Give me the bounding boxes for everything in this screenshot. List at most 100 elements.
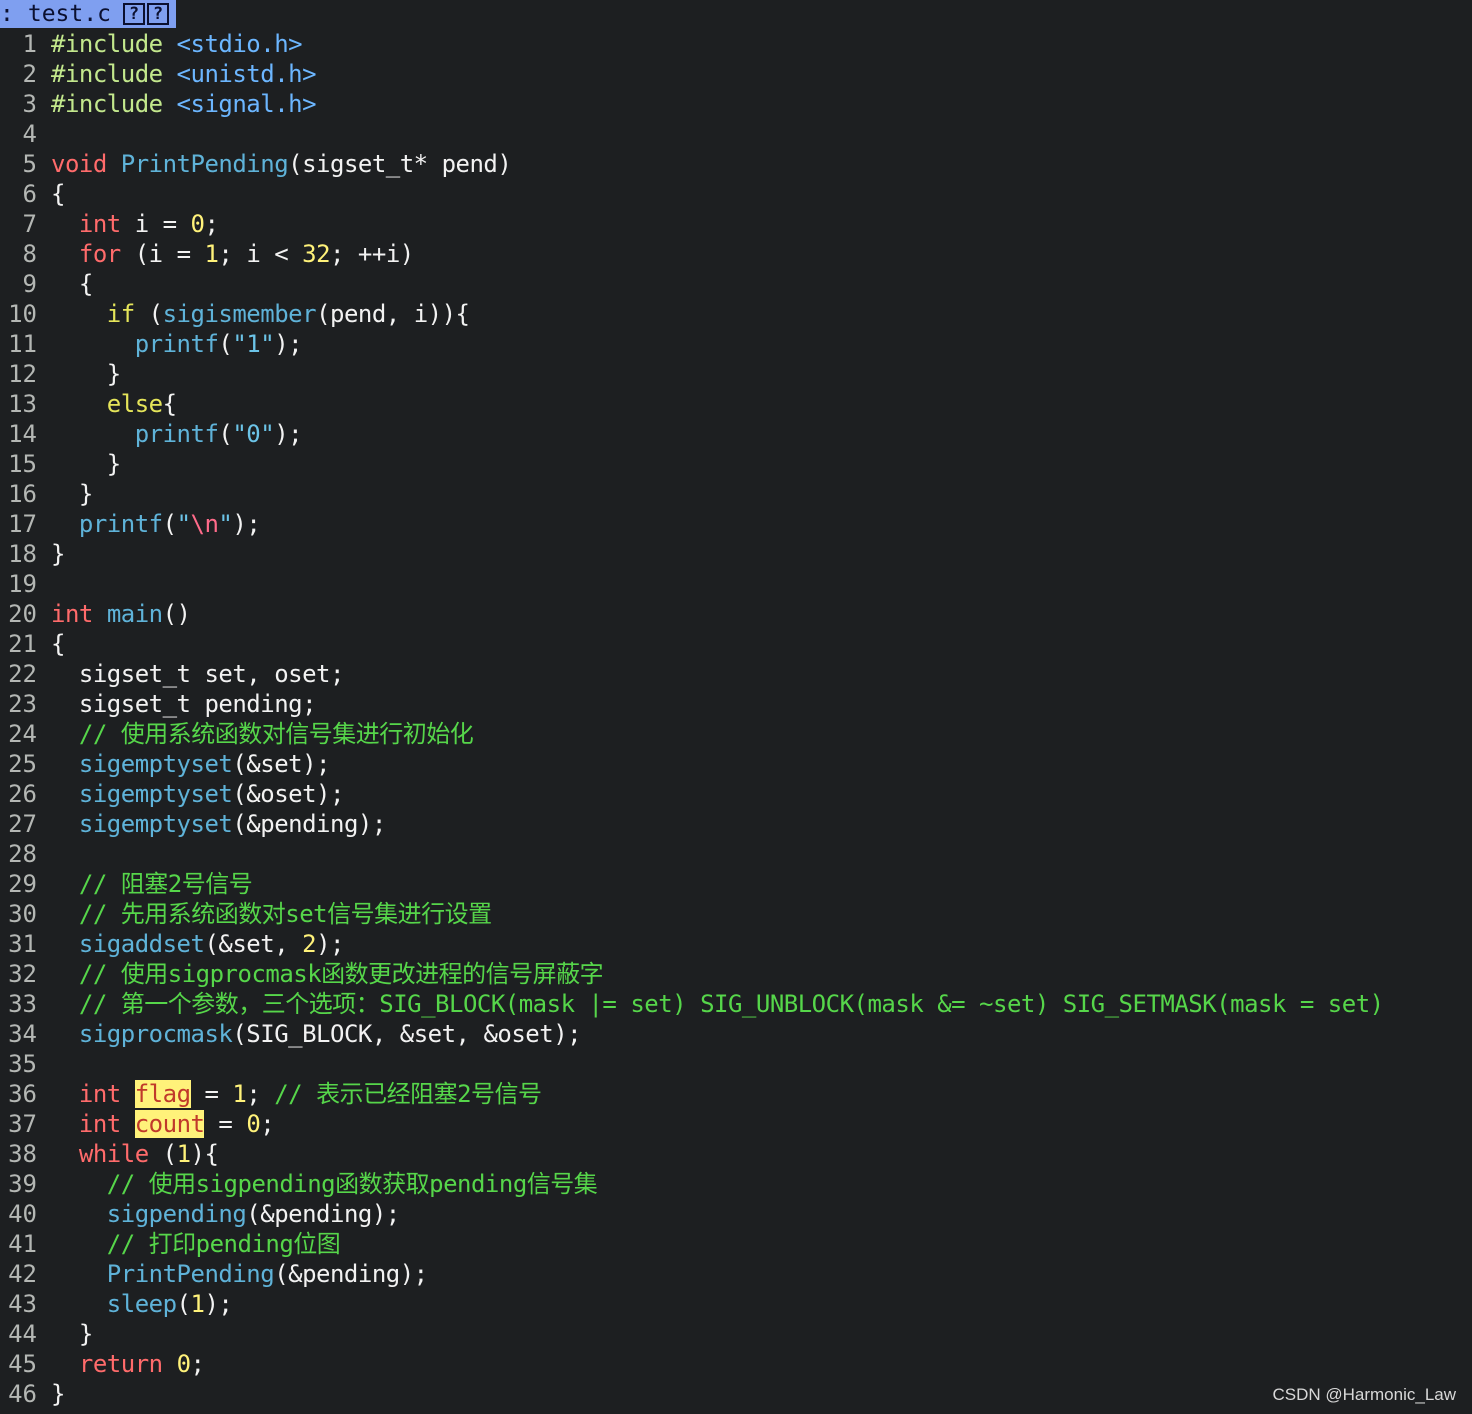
- code-line[interactable]: 36 int flag = 1; // 表示已经阻塞2号信号: [0, 1079, 1472, 1109]
- code-token: (pend, i)){: [316, 300, 470, 328]
- code-token: {: [51, 270, 93, 298]
- line-number: 43: [8, 1290, 37, 1318]
- code-line[interactable]: 2 #include <unistd.h>: [0, 59, 1472, 89]
- code-line[interactable]: 5 void PrintPending(sigset_t* pend): [0, 149, 1472, 179]
- code-line[interactable]: 17 printf("\n");: [0, 509, 1472, 539]
- code-editor[interactable]: 1 #include <stdio.h> 2 #include <unistd.h> 3…: [0, 29, 1472, 1409]
- code-line[interactable]: 20 int main(): [0, 599, 1472, 629]
- line-source: return 0;: [51, 1349, 205, 1379]
- code-token: // 打印pending位图: [51, 1230, 341, 1258]
- code-line[interactable]: 19: [0, 569, 1472, 599]
- code-line[interactable]: 31 sigaddset(&set, 2);: [0, 929, 1472, 959]
- code-line[interactable]: 7 int i = 0;: [0, 209, 1472, 239]
- code-token: );: [274, 420, 303, 448]
- code-token: (: [162, 510, 177, 538]
- code-line[interactable]: 16 }: [0, 479, 1472, 509]
- line-source: #include <unistd.h>: [51, 59, 317, 89]
- code-line[interactable]: 8 for (i = 1; i < 32; ++i): [0, 239, 1472, 269]
- code-line[interactable]: 28: [0, 839, 1472, 869]
- code-token: 32: [302, 240, 331, 268]
- code-token: sigismember: [162, 300, 317, 328]
- line-source: printf("\n");: [51, 509, 261, 539]
- line-number: 30: [8, 900, 37, 928]
- line-source: else{: [51, 389, 177, 419]
- code-token: ;: [260, 1110, 275, 1138]
- code-line[interactable]: 33 // 第一个参数，三个选项：SIG_BLOCK(mask |= set) …: [0, 989, 1472, 1019]
- code-line[interactable]: 12 }: [0, 359, 1472, 389]
- code-token: }: [51, 360, 121, 388]
- code-line[interactable]: 41 // 打印pending位图: [0, 1229, 1472, 1259]
- code-line[interactable]: 30 // 先用系统函数对set信号集进行设置: [0, 899, 1472, 929]
- code-line[interactable]: 44 }: [0, 1319, 1472, 1349]
- code-token: int: [78, 1110, 121, 1138]
- code-line[interactable]: 40 sigpending(&pending);: [0, 1199, 1472, 1229]
- code-line[interactable]: 34 sigprocmask(SIG_BLOCK, &set, &oset);: [0, 1019, 1472, 1049]
- code-token: sigemptyset: [78, 780, 233, 808]
- line-source: sigset_t set, oset;: [51, 659, 345, 689]
- code-line[interactable]: 11 printf("1");: [0, 329, 1472, 359]
- code-line[interactable]: 9 {: [0, 269, 1472, 299]
- code-line[interactable]: 27 sigemptyset(&pending);: [0, 809, 1472, 839]
- code-token: (sigset_t* pend): [288, 150, 512, 178]
- code-line[interactable]: 21 {: [0, 629, 1472, 659]
- line-number: 2: [22, 60, 37, 88]
- code-line[interactable]: 46}: [0, 1379, 1472, 1409]
- code-line[interactable]: 14 printf("0");: [0, 419, 1472, 449]
- code-line[interactable]: 1 #include <stdio.h>: [0, 29, 1472, 59]
- code-token: ;: [246, 1080, 275, 1108]
- code-token: // 使用sigpending函数获取pending信号集: [51, 1170, 598, 1198]
- code-line[interactable]: 37 int count = 0;: [0, 1109, 1472, 1139]
- line-number: 9: [22, 270, 37, 298]
- code-line[interactable]: 24 // 使用系统函数对信号集进行初始化: [0, 719, 1472, 749]
- code-line[interactable]: 42 PrintPending(&pending);: [0, 1259, 1472, 1289]
- code-line[interactable]: 43 sleep(1);: [0, 1289, 1472, 1319]
- tab-test-c[interactable]: : test.c ? ?: [0, 0, 176, 28]
- code-line[interactable]: 35: [0, 1049, 1472, 1079]
- line-source: printf("0");: [51, 419, 303, 449]
- line-number: 46: [8, 1380, 37, 1408]
- line-source: // 使用sigprocmask函数更改进程的信号屏蔽字: [51, 959, 604, 989]
- code-token: (&pending);: [274, 1260, 428, 1288]
- code-line[interactable]: 39 // 使用sigpending函数获取pending信号集: [0, 1169, 1472, 1199]
- code-line[interactable]: 38 while (1){: [0, 1139, 1472, 1169]
- code-line[interactable]: 45 return 0;: [0, 1349, 1472, 1379]
- code-token: ){: [190, 1140, 219, 1168]
- code-line[interactable]: 22 sigset_t set, oset;: [0, 659, 1472, 689]
- code-token: sigemptyset: [78, 810, 233, 838]
- code-line[interactable]: 4: [0, 119, 1472, 149]
- code-token: );: [316, 930, 344, 958]
- code-token: =: [190, 1080, 233, 1108]
- code-token: 2: [302, 930, 317, 958]
- code-line[interactable]: 15 }: [0, 449, 1472, 479]
- code-line[interactable]: 13 else{: [0, 389, 1472, 419]
- code-line[interactable]: 29 // 阻塞2号信号: [0, 869, 1472, 899]
- line-number: 39: [8, 1170, 37, 1198]
- code-token: 1: [190, 1290, 205, 1318]
- code-line[interactable]: 18}: [0, 539, 1472, 569]
- code-line[interactable]: 25 sigemptyset(&set);: [0, 749, 1472, 779]
- line-number: 34: [8, 1020, 37, 1048]
- code-line[interactable]: 3 #include <signal.h>: [0, 89, 1472, 119]
- code-token: (SIG_BLOCK, &set, &oset);: [232, 1020, 582, 1048]
- code-token: sigaddset: [78, 930, 205, 958]
- line-number: 11: [8, 330, 37, 358]
- code-line[interactable]: 32 // 使用sigprocmask函数更改进程的信号屏蔽字: [0, 959, 1472, 989]
- code-line[interactable]: 10 if (sigismember(pend, i)){: [0, 299, 1472, 329]
- code-token: sigemptyset: [78, 750, 233, 778]
- code-token: printf: [78, 510, 163, 538]
- code-line[interactable]: 26 sigemptyset(&oset);: [0, 779, 1472, 809]
- line-source: if (sigismember(pend, i)){: [51, 299, 470, 329]
- code-token: <signal.h>: [176, 90, 317, 118]
- code-line[interactable]: 6{: [0, 179, 1472, 209]
- code-line[interactable]: 23 sigset_t pending;: [0, 689, 1472, 719]
- code-token: // 第一个参数，三个选项：SIG_BLOCK(mask |= set) SIG…: [51, 990, 1384, 1018]
- code-token: (): [162, 600, 191, 628]
